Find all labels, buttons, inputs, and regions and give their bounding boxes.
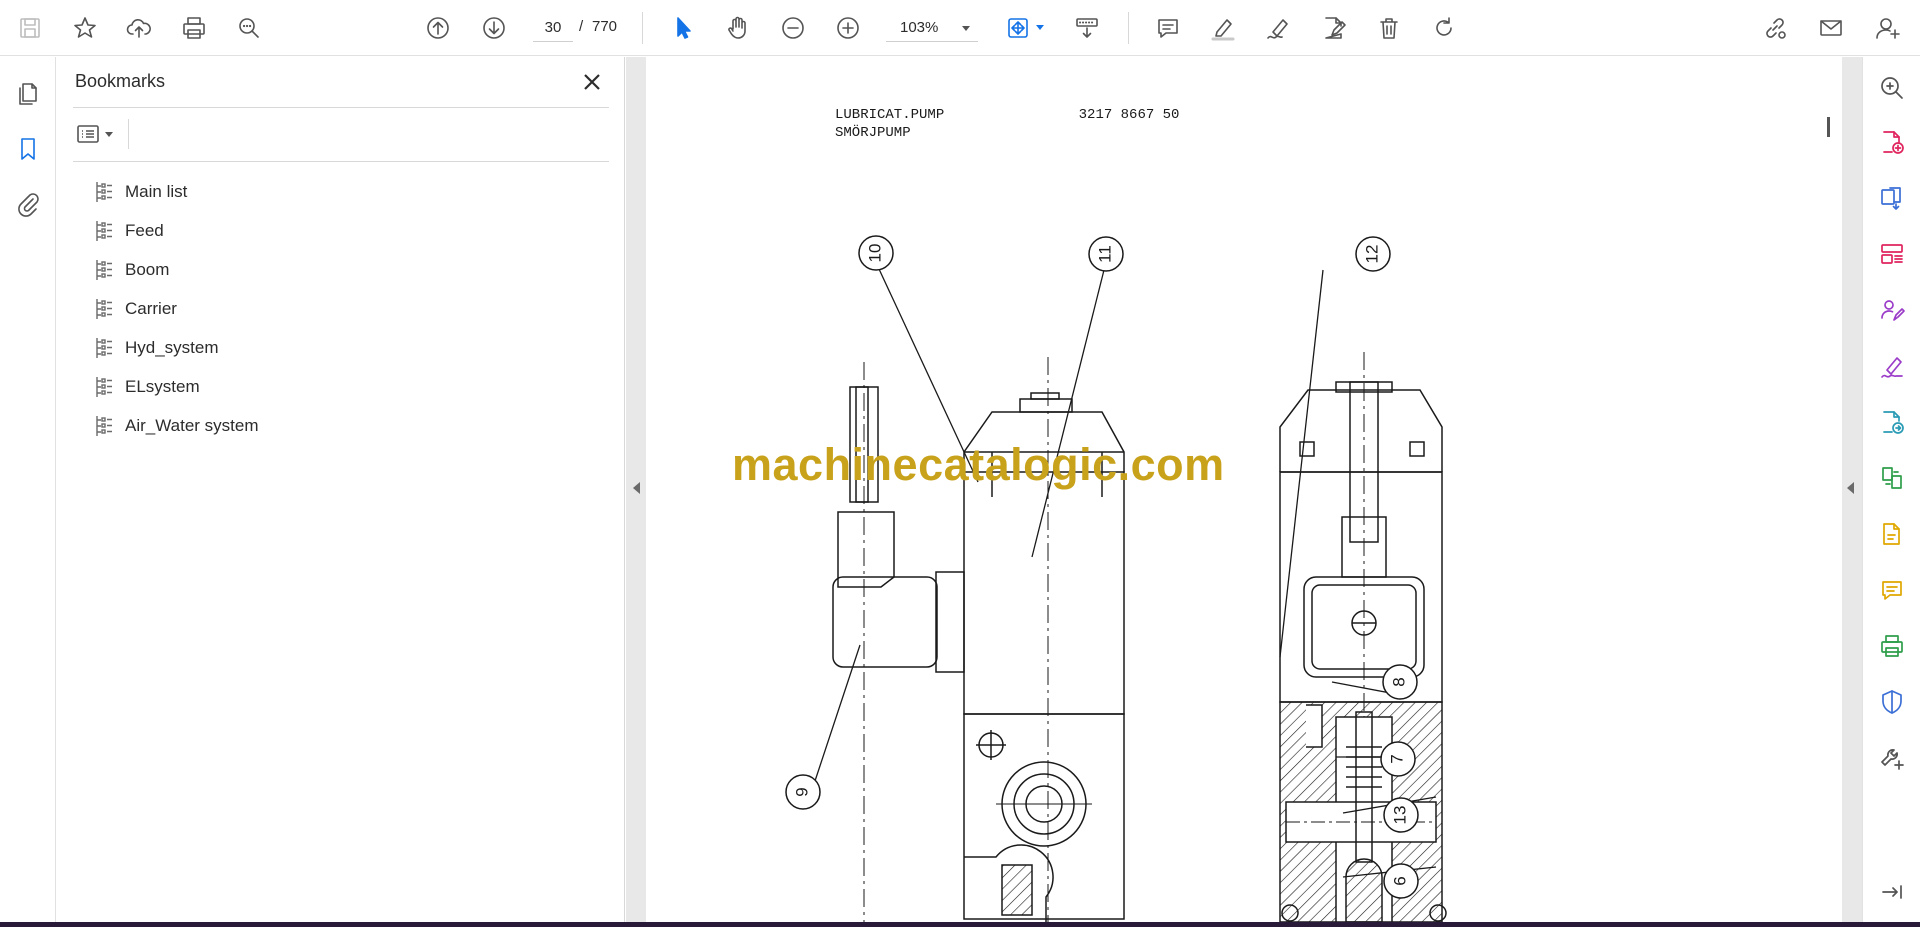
cloud-upload-icon[interactable] (121, 10, 157, 46)
comment-tool-icon[interactable] (1875, 573, 1909, 607)
bookmark-item[interactable]: Carrier (93, 289, 593, 328)
export-pdf-icon[interactable] (1875, 181, 1909, 215)
panel-divider (128, 119, 129, 149)
right-tools-rail (1862, 57, 1920, 922)
callout-12: 12 (1362, 245, 1381, 264)
rotate-icon[interactable] (1426, 10, 1462, 46)
watermark-text: machinecatalogic.com (732, 439, 1225, 490)
bookmark-item[interactable]: Hyd_system (93, 328, 593, 367)
panel-divider (73, 107, 609, 108)
scrolling-mode-icon[interactable] (1069, 10, 1105, 46)
print-icon[interactable] (176, 10, 212, 46)
page-total-count: 770 (592, 18, 618, 35)
previous-page-icon[interactable] (420, 10, 456, 46)
draw-signature-icon[interactable] (1260, 10, 1296, 46)
scrollbar-thumb[interactable] (1827, 117, 1830, 137)
protect-file-icon[interactable] (1875, 517, 1909, 551)
bookmark-item[interactable]: Air_Water system (93, 406, 593, 445)
fit-page-icon[interactable] (1000, 10, 1036, 46)
toolbar-divider (642, 12, 643, 44)
bookmark-item[interactable]: Feed (93, 211, 593, 250)
bookmark-label: Main list (125, 181, 188, 201)
page-separator: / (579, 18, 584, 35)
shield-icon[interactable] (1875, 685, 1909, 719)
request-signature-icon[interactable] (1875, 293, 1909, 327)
pdf-reader-window: / 770 103% (0, 0, 1920, 927)
bookmark-label: Air_Water system (125, 415, 259, 435)
bookmark-label: Carrier (125, 298, 177, 318)
send-for-review-icon[interactable] (1875, 405, 1909, 439)
bookmarks-title: Bookmarks (75, 71, 166, 91)
share-link-icon[interactable] (1757, 10, 1793, 46)
bookmark-label: ELsystem (125, 376, 200, 396)
bookmark-tree-icon (96, 259, 112, 280)
bookmark-item[interactable]: ELsystem (93, 367, 593, 406)
bookmark-item[interactable]: Boom (93, 250, 593, 289)
hand-tool-icon[interactable] (720, 10, 756, 46)
chevron-down-icon[interactable] (1036, 25, 1044, 30)
callout-9: 9 (792, 787, 811, 796)
page-thumbnails-icon[interactable] (10, 75, 46, 111)
close-icon[interactable] (577, 67, 607, 97)
collapse-left-panel-icon[interactable] (633, 482, 640, 494)
bookmark-options-button[interactable] (75, 117, 123, 151)
list-options-icon (77, 125, 99, 143)
save-icon[interactable] (12, 10, 48, 46)
page-number-input[interactable] (533, 14, 573, 42)
bookmark-icon[interactable] (10, 131, 46, 167)
callout-10: 10 (865, 244, 884, 263)
callout-6: 6 (1390, 876, 1409, 885)
vertical-scrollbar[interactable] (1820, 57, 1842, 922)
comment-icon[interactable] (1150, 10, 1186, 46)
taskbar-strip (0, 922, 1920, 927)
bookmark-tree-icon (96, 337, 112, 358)
bookmark-tree-icon (96, 376, 112, 397)
bookmark-tree-icon (96, 220, 112, 241)
email-icon[interactable] (1813, 10, 1849, 46)
attachment-icon[interactable] (10, 185, 46, 221)
highlight-icon[interactable] (1205, 10, 1241, 46)
zoom-value: 103% (900, 19, 939, 36)
more-tools-icon[interactable] (1875, 741, 1909, 775)
expand-right-panel-icon[interactable] (1847, 482, 1854, 494)
zoom-dropdown[interactable]: 103% (886, 14, 978, 42)
top-toolbar: / 770 103% (0, 0, 1920, 56)
find-icon[interactable] (231, 10, 267, 46)
organize-pages-icon[interactable] (1875, 237, 1909, 271)
fill-and-sign-icon[interactable] (1875, 349, 1909, 383)
zoom-in-icon[interactable] (830, 10, 866, 46)
bookmark-tree-icon (96, 298, 112, 319)
delete-icon[interactable] (1371, 10, 1407, 46)
bookmark-list: Main list Feed Boom Carrier Hyd_system E… (93, 172, 593, 445)
print-production-icon[interactable] (1875, 629, 1909, 663)
panel-divider (73, 161, 609, 162)
callout-13: 13 (1390, 806, 1409, 825)
collapse-tools-icon[interactable] (1875, 875, 1909, 909)
bookmark-item[interactable]: Main list (93, 172, 593, 211)
bookmark-label: Hyd_system (125, 337, 219, 357)
bookmarks-panel: Bookmarks Main list Feed Boom Carrier Hy… (57, 57, 625, 922)
chevron-down-icon (962, 26, 970, 31)
callout-8: 8 (1389, 677, 1408, 686)
callout-11: 11 (1095, 245, 1114, 263)
callout-7: 7 (1387, 754, 1406, 763)
bookmark-tree-icon (96, 181, 112, 202)
toolbar-divider (1128, 12, 1129, 44)
chevron-down-icon (105, 131, 113, 137)
bookmark-label: Boom (125, 259, 170, 279)
create-pdf-icon[interactable] (1875, 125, 1909, 159)
share-user-icon[interactable] (1870, 10, 1906, 46)
bookmark-label: Feed (125, 220, 164, 240)
zoom-out-icon[interactable] (775, 10, 811, 46)
pdf-page: LUBRICAT.PUMP 3217 8667 50 SMÖRJPUMP 10 … (646, 57, 1820, 922)
document-viewport[interactable]: LUBRICAT.PUMP 3217 8667 50 SMÖRJPUMP 10 … (626, 57, 1862, 922)
star-icon[interactable] (67, 10, 103, 46)
zoom-search-icon[interactable] (1875, 71, 1909, 105)
select-tool-icon[interactable] (665, 10, 701, 46)
bookmark-tree-icon (96, 415, 112, 436)
edit-pdf-icon[interactable] (1316, 10, 1352, 46)
next-page-icon[interactable] (476, 10, 512, 46)
left-navigation-rail (0, 57, 56, 922)
compare-files-icon[interactable] (1875, 461, 1909, 495)
